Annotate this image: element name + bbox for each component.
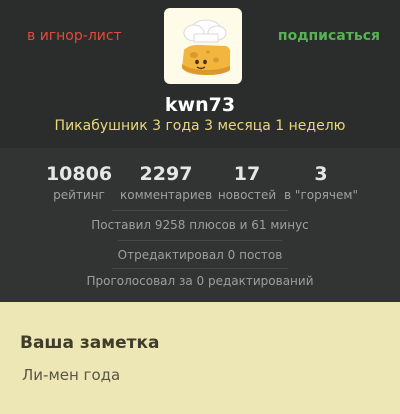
stat-value: 10806 xyxy=(45,163,113,185)
note-panel[interactable] xyxy=(0,306,400,414)
voted-edits-summary: Проголосовал за 0 редактирований xyxy=(86,274,314,288)
divider xyxy=(112,268,288,269)
chef-cheese-icon xyxy=(182,19,231,75)
stat-label: новостей xyxy=(217,188,277,202)
stat-label: рейтинг xyxy=(53,188,105,202)
avatar[interactable] xyxy=(164,8,242,84)
stat-hot[interactable]: 3 в "горячем" xyxy=(283,163,359,203)
divider xyxy=(118,240,282,241)
tenure-text: Пикабушник 3 года 3 месяца 1 неделю xyxy=(54,118,346,134)
stat-comments[interactable]: 2297 комментариев xyxy=(120,163,212,203)
stat-label: комментариев xyxy=(120,188,213,202)
stat-label: в "горячем" xyxy=(284,188,358,202)
divider xyxy=(112,210,288,211)
stat-value: 2297 xyxy=(139,163,193,185)
ignore-list-link[interactable]: в игнор-лист xyxy=(27,28,122,44)
stat-rating: 10806 рейтинг xyxy=(40,163,118,203)
stat-value: 17 xyxy=(233,163,261,185)
votes-summary: Поставил 9258 плюсов и 61 минус xyxy=(91,218,309,232)
username: kwn73 xyxy=(164,94,236,116)
edited-summary: Отредактировал 0 постов xyxy=(117,248,283,262)
stat-value: 3 xyxy=(314,163,328,185)
stat-news[interactable]: 17 новостей xyxy=(216,163,278,203)
subscribe-link[interactable]: подписаться xyxy=(278,28,380,44)
note-title: Ваша заметка xyxy=(20,333,160,353)
note-text[interactable]: Ли-мен года xyxy=(22,366,120,384)
